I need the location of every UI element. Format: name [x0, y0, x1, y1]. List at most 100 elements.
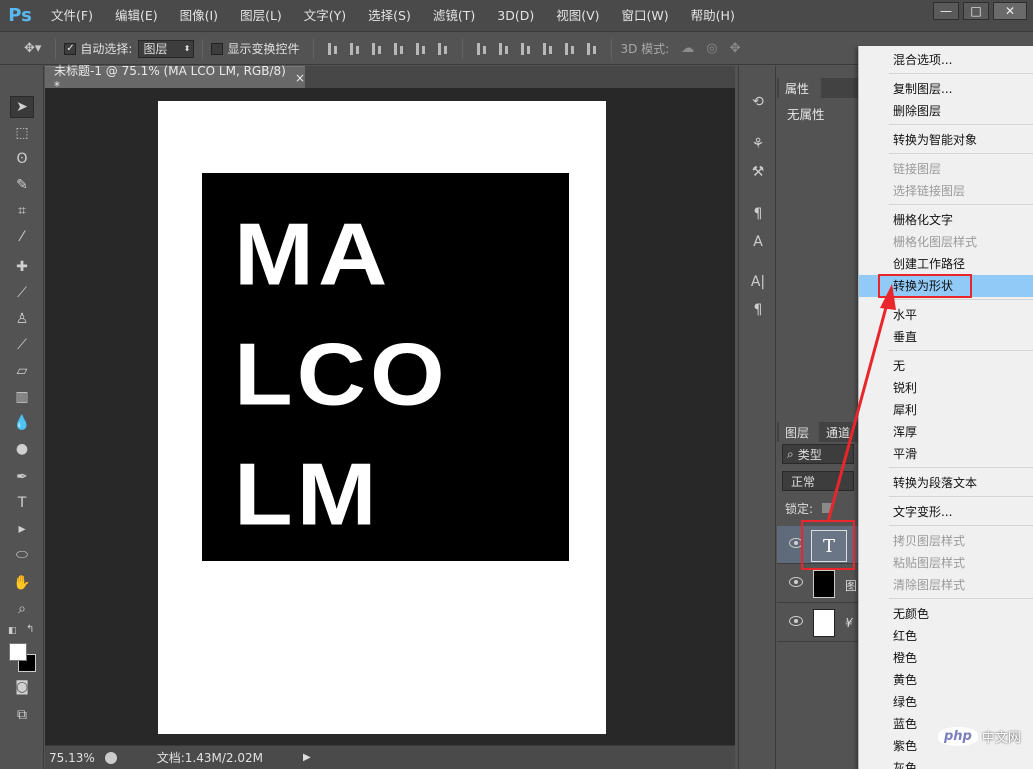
- lasso-tool-icon[interactable]: ʘ: [10, 148, 34, 170]
- layers-tab[interactable]: 图层: [779, 422, 819, 442]
- search-icon: ⌕: [787, 446, 794, 461]
- menu-file[interactable]: 文件(F): [40, 0, 104, 32]
- screen-mode-icon[interactable]: ⧉: [10, 704, 34, 726]
- distribute-right-icon[interactable]: [584, 41, 600, 57]
- 3d-mode-label: 3D 模式:: [620, 42, 670, 56]
- align-bottom-icon[interactable]: [369, 41, 385, 57]
- divider: [55, 38, 57, 59]
- align-vcenter-icon[interactable]: [347, 41, 363, 57]
- character-styles-icon[interactable]: A: [748, 232, 768, 252]
- paragraph-panel-icon[interactable]: ¶: [748, 300, 768, 320]
- restore-button[interactable]: □: [963, 2, 989, 20]
- swap-colors-icon[interactable]: ↰: [26, 624, 36, 635]
- align-left-icon[interactable]: [391, 41, 407, 57]
- tools-panel: ➤ ⬚ ʘ ✎ ⌗ ⁄ ✚ ⟋ ♙ ⟋ ▱ ▥ 💧 ● ✒ T ▸ ⬭ ✋ ⌕ …: [0, 66, 44, 769]
- crop-tool-icon[interactable]: ⌗: [10, 200, 34, 222]
- document-tab[interactable]: 未标题-1 @ 75.1% (MA LCO LM, RGB/8) * ×: [45, 64, 305, 93]
- properties-tab[interactable]: 属性: [779, 78, 821, 98]
- align-hcenter-icon[interactable]: [413, 41, 429, 57]
- stamp-tool-icon[interactable]: ♙: [10, 308, 34, 330]
- gradient-tool-icon[interactable]: ▥: [10, 386, 34, 408]
- layer-name: 图: [845, 579, 858, 593]
- character-panel-icon[interactable]: A|: [748, 272, 768, 292]
- menu-type[interactable]: 文字(Y): [293, 0, 357, 32]
- distribute-hcenter-icon[interactable]: [562, 41, 578, 57]
- watermark: php 中文网: [938, 722, 1030, 750]
- auto-select-checkbox[interactable]: ✓: [64, 42, 77, 55]
- status-bar: 75.13% 文档:1.43M/2.02M ▶: [45, 745, 735, 769]
- 3d-pan-icon[interactable]: ✥: [730, 41, 741, 56]
- zoom-tool-icon[interactable]: ⌕: [10, 598, 34, 620]
- annotation-arrow-icon: [826, 284, 896, 523]
- menu-edit[interactable]: 编辑(E): [104, 0, 169, 32]
- menu-color-green[interactable]: 绿色: [859, 691, 1033, 713]
- history-panel-icon[interactable]: ⟲: [748, 92, 768, 112]
- 3d-roll-icon[interactable]: ◎: [706, 41, 717, 56]
- brush-tool-icon[interactable]: ⟋: [10, 282, 34, 304]
- distribute-vcenter-icon[interactable]: [496, 41, 512, 57]
- menu-separator: [889, 204, 1033, 205]
- tool-presets-icon[interactable]: ⚒: [748, 162, 768, 182]
- close-button[interactable]: ✕: [993, 2, 1027, 20]
- quick-mask-icon[interactable]: ◙: [10, 676, 34, 698]
- path-select-tool-icon[interactable]: ▸: [10, 518, 34, 540]
- pen-tool-icon[interactable]: ✒: [10, 466, 34, 488]
- menu-color-gray[interactable]: 灰色: [859, 757, 1033, 769]
- zoom-level[interactable]: 75.13%: [49, 751, 95, 765]
- menu-view[interactable]: 视图(V): [545, 0, 610, 32]
- brush-presets-icon[interactable]: ⚘: [748, 134, 768, 154]
- menu-layer[interactable]: 图层(L): [229, 0, 293, 32]
- eraser-tool-icon[interactable]: ▱: [10, 360, 34, 382]
- menu-convert-smart-object[interactable]: 转换为智能对象: [859, 129, 1033, 151]
- hand-tool-icon[interactable]: ✋: [10, 572, 34, 594]
- eyedropper-tool-icon[interactable]: ⁄: [10, 226, 34, 248]
- menu-color-yellow[interactable]: 黄色: [859, 669, 1033, 691]
- menu-clear-style: 清除图层样式: [893, 578, 966, 592]
- visibility-eye-icon[interactable]: [789, 616, 803, 626]
- menu-blending-options[interactable]: 混合选项...: [859, 49, 1033, 71]
- default-colors-icon[interactable]: ◧: [8, 626, 18, 636]
- watermark-text: 中文网: [981, 730, 1021, 746]
- status-expand-icon[interactable]: ▶: [303, 752, 311, 763]
- menu-color-none[interactable]: 无颜色: [859, 603, 1033, 625]
- menu-filter[interactable]: 滤镜(T): [422, 0, 486, 32]
- menu-select[interactable]: 选择(S): [357, 0, 422, 32]
- status-menu-icon[interactable]: [104, 751, 117, 764]
- menu-image[interactable]: 图像(I): [169, 0, 229, 32]
- menu-rasterize-type[interactable]: 栅格化文字: [859, 209, 1033, 231]
- menu-duplicate-layer[interactable]: 复制图层...: [859, 78, 1033, 100]
- show-transform-checkbox[interactable]: [211, 42, 224, 55]
- menu-rasterize-style: 栅格化图层样式: [893, 235, 978, 249]
- menu-window[interactable]: 窗口(W): [611, 0, 680, 32]
- marquee-tool-icon[interactable]: ⬚: [10, 122, 34, 144]
- move-tool-icon[interactable]: ➤: [10, 96, 34, 118]
- quick-select-tool-icon[interactable]: ✎: [10, 174, 34, 196]
- menu-color-orange[interactable]: 橙色: [859, 647, 1033, 669]
- no-properties-text: 无属性: [787, 107, 825, 122]
- foreground-color-swatch[interactable]: [9, 643, 27, 661]
- align-top-icon[interactable]: [325, 41, 341, 57]
- distribute-left-icon[interactable]: [540, 41, 556, 57]
- minimize-button[interactable]: —: [933, 2, 959, 20]
- visibility-eye-icon[interactable]: [789, 577, 803, 587]
- ellipse-tool-icon[interactable]: ⬭: [10, 544, 34, 566]
- menu-help[interactable]: 帮助(H): [680, 0, 746, 32]
- blur-tool-icon[interactable]: 💧: [10, 412, 34, 434]
- distribute-bottom-icon[interactable]: [518, 41, 534, 57]
- paragraph-styles-icon[interactable]: ¶: [748, 204, 768, 224]
- auto-select-dropdown[interactable]: 图层 ⬍: [138, 39, 195, 58]
- menu-3d[interactable]: 3D(D): [486, 0, 545, 32]
- history-brush-tool-icon[interactable]: ⟋: [10, 334, 34, 356]
- menu-color-red[interactable]: 红色: [859, 625, 1033, 647]
- align-right-icon[interactable]: [435, 41, 451, 57]
- healing-brush-tool-icon[interactable]: ✚: [10, 256, 34, 278]
- distribute-top-icon[interactable]: [474, 41, 490, 57]
- tab-close-icon[interactable]: ×: [295, 71, 305, 85]
- dodge-tool-icon[interactable]: ●: [10, 438, 34, 460]
- 3d-rotate-icon[interactable]: ☁: [681, 41, 694, 56]
- type-tool-icon[interactable]: T: [10, 492, 34, 514]
- move-tool-icon[interactable]: ✥▾: [24, 41, 41, 56]
- layer-filter-value: 类型: [797, 447, 822, 462]
- auto-select-value: 图层: [143, 42, 168, 56]
- menu-delete-layer[interactable]: 删除图层: [859, 100, 1033, 122]
